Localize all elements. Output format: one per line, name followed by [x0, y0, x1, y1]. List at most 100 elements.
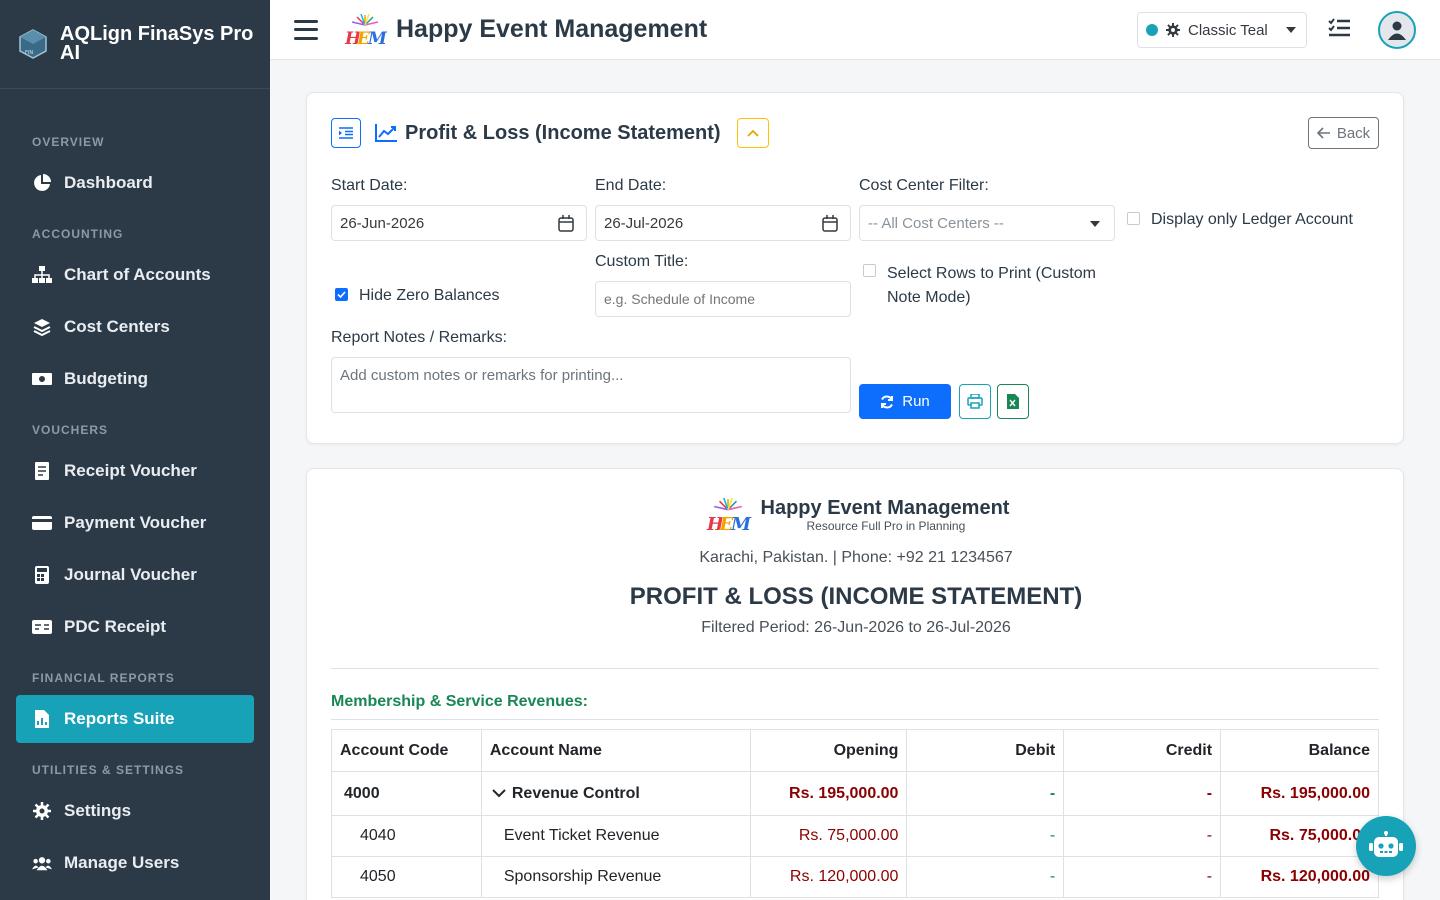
notes-textarea[interactable]: Add custom notes or remarks for printing…	[331, 357, 851, 413]
back-button[interactable]: Back	[1308, 117, 1379, 149]
chevron-down-icon[interactable]	[492, 789, 506, 798]
sidebar-item-settings[interactable]: Settings	[16, 787, 254, 835]
select-rows-checkbox[interactable]	[863, 264, 876, 277]
cell-name[interactable]: Revenue Control	[480, 771, 751, 816]
file-chart-icon	[32, 709, 52, 729]
export-excel-button[interactable]	[997, 384, 1029, 419]
cost-center-select[interactable]: -- All Cost Centers --	[859, 205, 1115, 241]
robot-icon	[1369, 831, 1403, 857]
cell-credit: -	[1063, 771, 1222, 816]
toggle-sidebar-button[interactable]	[331, 118, 361, 148]
select-rows-label: Select Rows to Print (Custom Note Mode)	[887, 265, 1096, 306]
cell-opening: Rs. 120,000.00	[749, 856, 908, 898]
table-row-control[interactable]: 4000 Revenue Control Rs. 195,000.00 - - …	[331, 771, 1379, 816]
cell-balance: Rs. 75,000.00	[1220, 815, 1379, 857]
column-header: Credit	[1063, 729, 1222, 772]
report-heading: PROFIT & LOSS (INCOME STATEMENT)	[629, 583, 1083, 610]
money-icon	[32, 369, 52, 389]
table-header-row: Account Code Account Name Opening Debit …	[331, 729, 1379, 772]
brand-logo-icon: FIN	[19, 29, 47, 59]
user-avatar[interactable]	[1378, 11, 1416, 49]
credit-card-icon	[32, 513, 52, 533]
report-address: Karachi, Pakistan. | Phone: +92 21 12345…	[699, 549, 1013, 566]
sidebar-item-pdc-receipt[interactable]: PDC Receipt	[16, 603, 254, 651]
hide-zero-checkbox[interactable]	[335, 288, 348, 301]
sidebar-item-journal-voucher[interactable]: Journal Voucher	[16, 551, 254, 599]
run-button[interactable]: Run	[859, 384, 951, 419]
sidebar-item-label: Receipt Voucher	[64, 461, 197, 480]
cost-center-label: Cost Center Filter:	[859, 177, 989, 194]
column-header: Debit	[906, 729, 1065, 772]
sidebar-item-dashboard[interactable]: Dashboard	[16, 159, 254, 207]
print-button[interactable]	[959, 384, 991, 419]
cell-code: 4040	[331, 815, 482, 857]
sidebar-item-cost-centers[interactable]: Cost Centers	[16, 303, 254, 351]
sidebar-item-label: Reports Suite	[64, 709, 175, 728]
calendar-icon[interactable]	[558, 215, 574, 232]
cell-opening: Rs. 75,000.00	[749, 815, 908, 857]
end-date-input[interactable]: 26-Jul-2026	[595, 205, 851, 241]
line-chart-icon	[375, 124, 397, 142]
custom-title-input[interactable]	[596, 282, 850, 316]
chevron-up-icon	[746, 129, 759, 137]
column-header: Opening	[749, 729, 908, 772]
report-output-card: H E M Happy Event Management Resource Fu…	[306, 468, 1404, 900]
start-date-input[interactable]: 26-Jun-2026	[331, 205, 587, 241]
sidebar-item-chart-of-accounts[interactable]: Chart of Accounts	[16, 251, 254, 299]
pie-chart-icon	[32, 173, 52, 193]
topbar: H E M Happy Event Management Classic Tea…	[270, 0, 1440, 60]
theme-select[interactable]: Classic Teal	[1137, 12, 1307, 48]
tasks-icon[interactable]	[1328, 18, 1350, 38]
cell-debit: -	[906, 815, 1065, 857]
theme-color-dot	[1146, 24, 1158, 36]
card-header: Profit & Loss (Income Statement)	[331, 118, 769, 148]
section-divider	[331, 719, 1379, 720]
sidebar-item-label: Journal Voucher	[64, 565, 197, 584]
nav-section-label: OVERVIEW	[32, 135, 105, 149]
cell-balance: Rs. 120,000.00	[1220, 856, 1379, 898]
sitemap-icon	[32, 265, 52, 285]
report-title-text: Profit & Loss (Income Statement)	[405, 121, 721, 144]
cell-name: Sponsorship Revenue	[480, 856, 751, 898]
menu-toggle-icon[interactable]	[294, 19, 318, 40]
report-brand: H E M Happy Event Management Resource Fu…	[307, 497, 1405, 533]
column-header: Balance	[1220, 729, 1379, 772]
sidebar-item-receipt-voucher[interactable]: Receipt Voucher	[16, 447, 254, 495]
start-date-label: Start Date:	[331, 177, 408, 194]
table-row[interactable]: 4040 Event Ticket Revenue Rs. 75,000.00 …	[331, 815, 1379, 857]
report-filter-card: Profit & Loss (Income Statement) Back St…	[306, 92, 1404, 444]
cell-debit: -	[906, 771, 1065, 816]
report-divider	[331, 668, 1379, 669]
report-brand-text: Happy Event Management Resource Full Pro…	[761, 497, 1010, 533]
section-title: Membership & Service Revenues:	[331, 693, 588, 710]
custom-title-label: Custom Title:	[595, 253, 689, 270]
indent-icon	[339, 127, 353, 139]
sidebar-item-budgeting[interactable]: Budgeting	[16, 355, 254, 403]
layers-icon	[32, 317, 52, 337]
check-icon	[337, 291, 346, 298]
nav-section-label: UTILITIES & SETTINGS	[32, 763, 185, 777]
hem-logo-icon: H E M	[705, 497, 752, 533]
collapse-filters-button[interactable]	[736, 118, 769, 148]
report-tagline: Resource Full Pro in Planning	[806, 519, 966, 533]
pl-table: Account Code Account Name Opening Debit …	[331, 729, 1379, 898]
page-title: Happy Event Management	[396, 15, 708, 43]
receipt-icon	[32, 461, 52, 481]
hide-zero-label: Hide Zero Balances	[359, 287, 500, 304]
sidebar-item-label: Payment Voucher	[64, 513, 207, 532]
ai-assistant-button[interactable]	[1356, 816, 1416, 876]
chevron-down-icon	[1090, 221, 1100, 227]
sidebar-item-manage-users[interactable]: Manage Users	[16, 839, 254, 887]
cell-credit: -	[1063, 856, 1222, 898]
table-row[interactable]: 4050 Sponsorship Revenue Rs. 120,000.00 …	[331, 856, 1379, 898]
calendar-icon[interactable]	[822, 215, 838, 232]
sidebar-item-payment-voucher[interactable]: Payment Voucher	[16, 499, 254, 547]
cell-opening: Rs. 195,000.00	[749, 771, 908, 816]
cell-name-text: Revenue Control	[511, 784, 640, 802]
report-period: Filtered Period: 26-Jun-2026 to 26-Jul-2…	[701, 619, 1011, 636]
arrow-left-icon	[1316, 127, 1330, 139]
ledger-only-checkbox[interactable]	[1127, 212, 1140, 225]
sidebar-item-reports-suite[interactable]: Reports Suite	[16, 695, 254, 743]
sidebar: FIN AQLign FinaSys Pro AI OVERVIEW Dashb…	[0, 0, 270, 900]
calculator-icon	[32, 565, 52, 585]
